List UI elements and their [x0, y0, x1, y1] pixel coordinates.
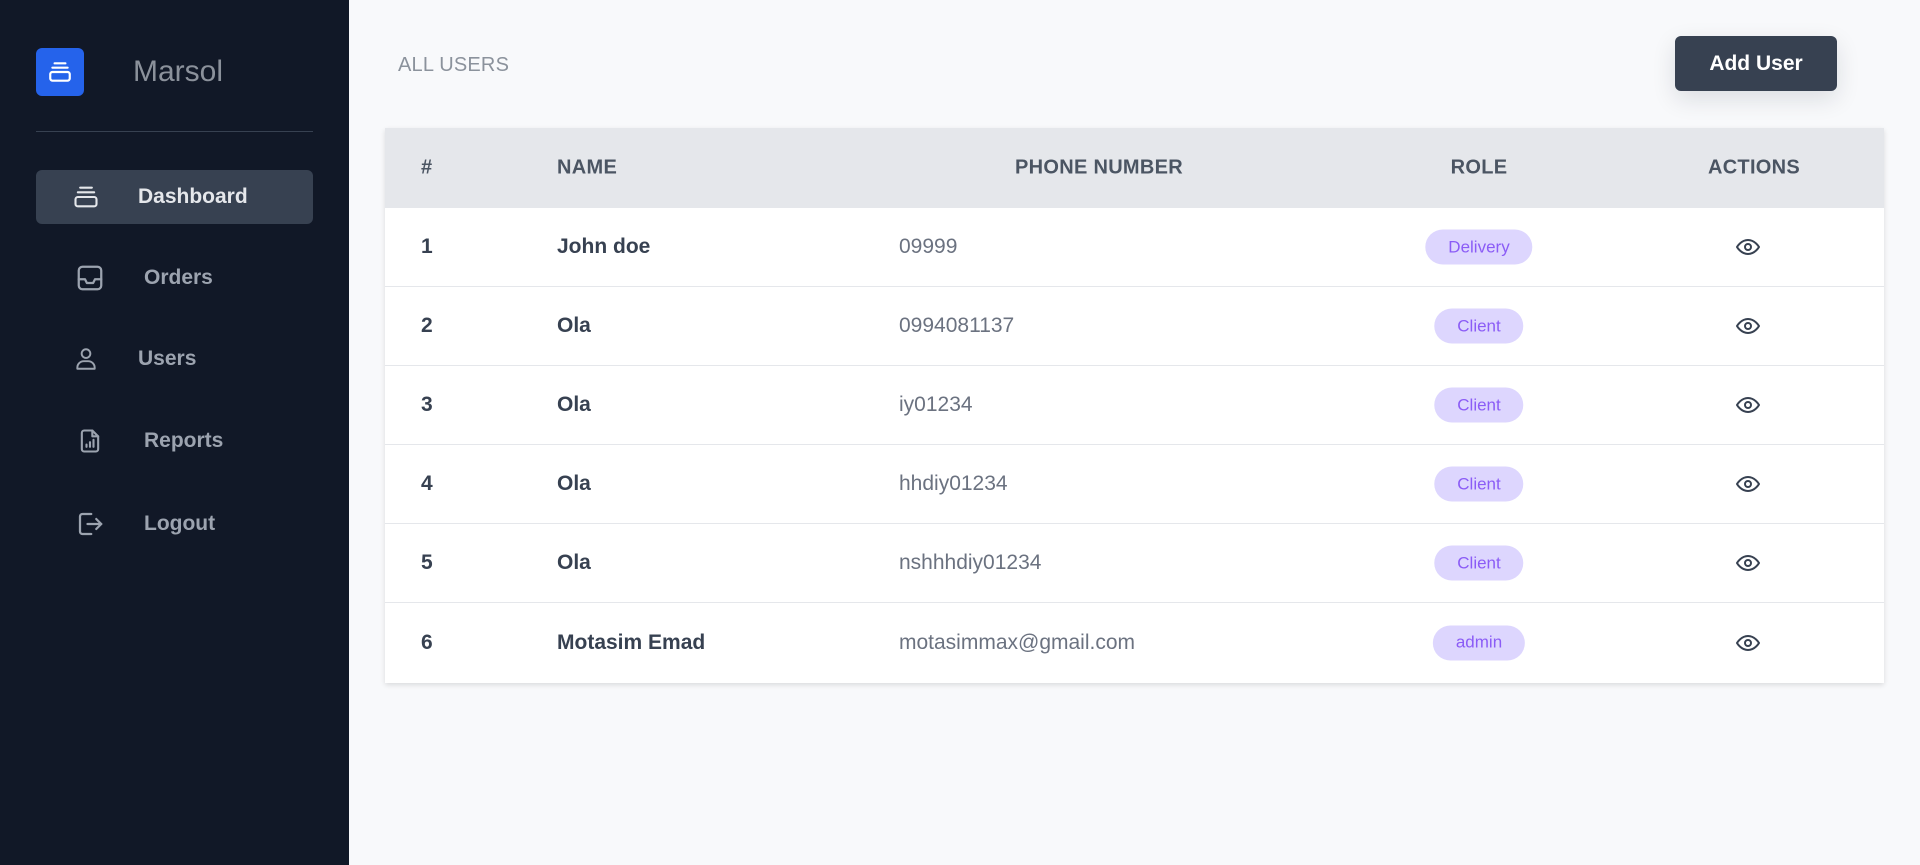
sidebar-item-logout[interactable]: Logout — [36, 497, 313, 551]
row-phone: motasimmax@gmail.com — [899, 630, 1136, 654]
role-badge: Client — [1434, 545, 1524, 581]
sidebar-item-label: Dashboard — [138, 185, 248, 208]
column-header-actions: ACTIONS — [1707, 156, 1801, 179]
column-header-number: # — [421, 156, 433, 179]
eye-icon[interactable] — [1735, 316, 1761, 336]
role-badge: Delivery — [1425, 229, 1533, 265]
sidebar-item-dashboard[interactable]: Dashboard — [36, 170, 313, 224]
row-name: Ola — [557, 551, 591, 574]
inbox-stack-icon — [71, 182, 101, 212]
table-header: # NAME PHONE NUMBER ROLE ACTIONS — [385, 128, 1884, 208]
sidebar-item-label: Users — [138, 347, 197, 370]
table-row: 5 Ola nshhhdiy01234 Client — [385, 524, 1884, 603]
eye-icon[interactable] — [1735, 553, 1761, 573]
role-badge: Client — [1434, 466, 1524, 502]
row-name: Motasim Emad — [557, 630, 706, 654]
brand[interactable]: Marsol — [36, 48, 223, 96]
row-phone: hhdiy01234 — [899, 472, 1008, 495]
row-number: 6 — [421, 630, 433, 654]
table-row: 3 Ola iy01234 Client — [385, 366, 1884, 445]
row-name: John doe — [557, 235, 651, 258]
row-name: Ola — [557, 393, 591, 416]
table-row: 1 John doe 09999 Delivery — [385, 208, 1884, 287]
row-name: Ola — [557, 314, 591, 337]
role-badge: Client — [1434, 387, 1524, 423]
row-number: 2 — [421, 314, 433, 337]
row-number: 4 — [421, 472, 433, 495]
sidebar-item-label: Orders — [144, 266, 213, 289]
column-header-name: NAME — [557, 156, 618, 179]
row-number: 3 — [421, 393, 433, 416]
sidebar-item-orders[interactable]: Orders — [36, 251, 313, 305]
row-number: 5 — [421, 551, 433, 574]
role-badge: Client — [1434, 308, 1524, 344]
users-table: # NAME PHONE NUMBER ROLE ACTIONS 1 John … — [385, 128, 1884, 683]
row-phone: nshhhdiy01234 — [899, 551, 1042, 574]
table-row: 6 Motasim Emad motasimmax@gmail.com admi… — [385, 603, 1884, 682]
sidebar-item-label: Reports — [144, 429, 224, 452]
inbox-icon — [75, 263, 105, 293]
column-header-phone: PHONE NUMBER — [1014, 156, 1184, 179]
row-phone: 0994081137 — [899, 314, 1015, 337]
role-badge: admin — [1432, 625, 1526, 660]
sidebar-item-label: Logout — [144, 512, 216, 535]
brand-name: Marsol — [133, 55, 224, 88]
column-header-role: ROLE — [1450, 156, 1508, 179]
eye-icon[interactable] — [1735, 395, 1761, 415]
sidebar-item-users[interactable]: Users — [36, 332, 313, 386]
sidebar-item-reports[interactable]: Reports — [36, 414, 313, 468]
eye-icon[interactable] — [1735, 633, 1761, 653]
row-phone: iy01234 — [899, 393, 973, 416]
user-icon — [71, 344, 101, 374]
row-phone: 09999 — [899, 235, 958, 258]
eye-icon[interactable] — [1735, 474, 1761, 494]
add-user-button[interactable]: Add User — [1675, 36, 1837, 91]
row-number: 1 — [421, 235, 433, 258]
report-icon — [75, 426, 105, 456]
page-title: ALL USERS — [398, 54, 510, 76]
table-row: 4 Ola hhdiy01234 Client — [385, 445, 1884, 524]
logout-icon — [75, 509, 105, 539]
eye-icon[interactable] — [1735, 237, 1761, 257]
row-name: Ola — [557, 472, 591, 495]
sidebar: Marsol Dashboard Orders Users Reports Lo… — [0, 0, 349, 865]
sidebar-divider — [36, 131, 313, 132]
table-row: 2 Ola 0994081137 Client — [385, 287, 1884, 366]
brand-logo-icon — [36, 48, 84, 96]
